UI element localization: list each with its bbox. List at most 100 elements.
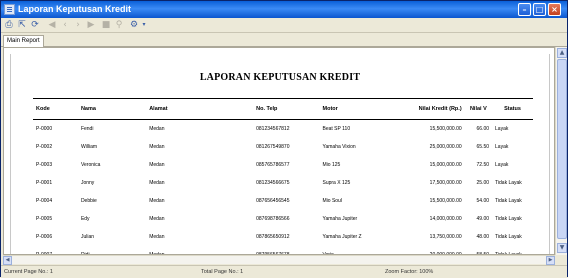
cell-nilai-v: 65.50: [476, 144, 490, 150]
col-header-nilai-kredit: Nilai Kredit (Rp.): [393, 98, 465, 120]
search-icon[interactable]: ⚲: [114, 20, 124, 30]
next-page-icon[interactable]: ›: [73, 20, 83, 30]
total-page-status: Total Page No.: 1: [201, 269, 244, 275]
cell-alamat: Medan: [149, 198, 165, 204]
cell-nilai-v: 49.00: [476, 216, 490, 222]
window-title: Laporan Keputusan Kredit: [18, 4, 132, 14]
report-viewport[interactable]: LAPORAN KEPUTUSAN KREDIT Kode Nama Alama…: [3, 47, 555, 255]
col-header-no-telp: No. Telp: [253, 98, 320, 120]
cell-status: Tidak Layak: [492, 246, 533, 254]
table-row: P-0005 Edy Medan 087698786566 Yamaha Jup…: [33, 210, 533, 228]
cell-alamat: Medan: [149, 126, 165, 132]
scroll-thumb[interactable]: [557, 59, 567, 239]
report-toolbar: ⎙ ⇱ ⟳ ◀ ‹ › ▶ ■ ⚲ ⚙ ▾: [1, 18, 567, 33]
app-icon: [4, 4, 15, 15]
close-button[interactable]: ×: [548, 3, 561, 16]
cell-nilai-v: 48.00: [476, 234, 490, 240]
cell-motor: Mio 125: [322, 162, 341, 168]
cell-motor: Beat SP 110: [322, 126, 351, 132]
table-row: P-0002 William Medan 081267549870 Yamaha…: [33, 138, 533, 156]
col-header-nilai-v: Nilai V: [464, 98, 493, 120]
stop-icon[interactable]: ■: [101, 20, 111, 30]
col-header-kode: Kode: [33, 98, 78, 120]
cell-nilai-v: 58.50: [464, 246, 493, 254]
cell-motor: Yamaha Jupiter: [322, 216, 358, 222]
cell-nama: Didi: [77, 246, 147, 254]
col-header-alamat: Alamat: [146, 98, 254, 120]
cell-no-telp: 085765786577: [256, 162, 290, 168]
report-viewer-window: Laporan Keputusan Kredit – □ × ⎙ ⇱ ⟳ ◀ ‹…: [0, 0, 568, 278]
export-icon[interactable]: ⇱: [17, 20, 27, 30]
title-bar[interactable]: Laporan Keputusan Kredit – □ ×: [1, 1, 567, 18]
cell-nama: Veronica: [80, 162, 101, 168]
cell-alamat: Medan: [149, 216, 165, 222]
table-row: P-0000 Fendi Medan 081234567812 Beat SP …: [33, 120, 533, 139]
cell-nama: Fendi: [80, 126, 94, 132]
report-title: LAPORAN KEPUTUSAN KREDIT: [199, 72, 361, 83]
cell-nilai-kredit: 15,000,000.00: [429, 162, 462, 168]
cell-nilai-kredit: 25,000,000.00: [429, 144, 462, 150]
table-row: P-0001 Jonny Medan 081234566675 Supra X …: [33, 174, 533, 192]
cell-no-telp: 087956567678: [253, 246, 320, 254]
cell-kode: P-0003: [36, 162, 53, 168]
table-row: P-0006 Julian Medan 087865650912 Yamaha …: [33, 228, 533, 246]
cell-motor: Supra X 125: [322, 180, 351, 186]
scroll-left-arrow-icon[interactable]: ◀: [3, 256, 12, 265]
status-bar: Current Page No.: 1 Total Page No.: 1 Zo…: [1, 265, 567, 278]
cell-alamat: Medan: [146, 246, 254, 254]
cell-nilai-v: 66.00: [476, 126, 490, 132]
cell-no-telp: 081267549870: [256, 144, 290, 150]
zoom-icon[interactable]: ⚙: [129, 20, 139, 30]
cell-nilai-v: 72.50: [476, 162, 490, 168]
scroll-down-arrow-icon[interactable]: ▼: [557, 243, 567, 253]
cell-nama: Edy: [80, 216, 90, 222]
cell-status: Tidak Layak: [495, 216, 522, 222]
zoom-dropdown-icon[interactable]: ▾: [139, 20, 149, 30]
cell-kode: P-0007: [33, 246, 78, 254]
refresh-icon[interactable]: ⟳: [30, 20, 40, 30]
tab-main-report[interactable]: Main Report: [3, 35, 44, 47]
cell-nilai-kredit: 14,000,000.00: [429, 216, 462, 222]
first-page-icon[interactable]: ◀: [47, 20, 57, 30]
cell-nama: William: [80, 144, 98, 150]
vertical-scrollbar[interactable]: ▲ ▼: [555, 47, 567, 255]
cell-nilai-kredit: 17,500,000.00: [429, 180, 462, 186]
cell-status: Layak: [495, 144, 509, 150]
cell-motor: Mio Soul: [322, 198, 342, 204]
maximize-button[interactable]: □: [533, 3, 546, 16]
table-header-row: Kode Nama Alamat No. Telp Motor Nilai Kr…: [33, 98, 533, 120]
cell-status: Layak: [495, 162, 509, 168]
cell-nilai-kredit: 15,500,000.00: [429, 198, 462, 204]
cell-status: Tidak Layak: [495, 180, 522, 186]
table-row: P-0003 Veronica Medan 085765786577 Mio 1…: [33, 156, 533, 174]
scroll-right-arrow-icon[interactable]: ▶: [546, 256, 555, 265]
table-row: P-0007 Didi Medan 087956567678 Vario 20,…: [33, 246, 533, 254]
last-page-icon[interactable]: ▶: [86, 20, 96, 30]
cell-status: Layak: [495, 126, 509, 132]
cell-motor: Yamaha Vixion: [322, 144, 356, 150]
prev-page-icon[interactable]: ‹: [60, 20, 70, 30]
cell-nama: Debbie: [80, 198, 97, 204]
cell-nilai-v: 25.00: [476, 180, 490, 186]
current-page-status: Current Page No.: 1: [4, 269, 53, 275]
cell-kode: P-0002: [36, 144, 53, 150]
cell-motor: Vario: [319, 246, 394, 254]
report-page: LAPORAN KEPUTUSAN KREDIT Kode Nama Alama…: [10, 54, 550, 254]
cell-alamat: Medan: [149, 144, 165, 150]
table-row: P-0004 Debbie Medan 087656456545 Mio Sou…: [33, 192, 533, 210]
cell-kode: P-0001: [36, 180, 53, 186]
zoom-status: Zoom Factor: 100%: [385, 269, 434, 275]
report-table: Kode Nama Alamat No. Telp Motor Nilai Kr…: [33, 98, 533, 254]
print-icon[interactable]: ⎙: [4, 20, 14, 30]
cell-kode: P-0000: [36, 126, 53, 132]
col-header-status: Status: [492, 98, 533, 120]
cell-no-telp: 081234566675: [256, 180, 290, 186]
scroll-up-arrow-icon[interactable]: ▲: [557, 48, 567, 58]
minimize-button[interactable]: –: [518, 3, 531, 16]
cell-no-telp: 081234567812: [256, 126, 290, 132]
horizontal-scrollbar[interactable]: ◀ ▶: [3, 255, 555, 265]
cell-alamat: Medan: [149, 162, 165, 168]
cell-status: Tidak Layak: [495, 234, 522, 240]
cell-motor: Yamaha Jupiter Z: [322, 234, 362, 240]
cell-no-telp: 087656456545: [256, 198, 290, 204]
